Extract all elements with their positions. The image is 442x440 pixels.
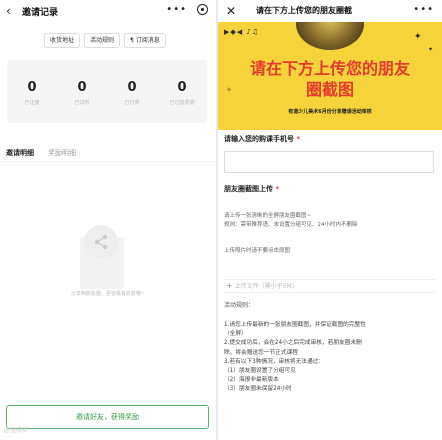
upload-screenshot-screen: ✕ 请在下方上传您的朋友圈截 ••• ▶◆◀ ♪♫ ✦ ✦ ✧ 请在下方上传您的… <box>218 0 442 440</box>
upload-placeholder: 上传文件（需小于5M） <box>234 283 298 290</box>
phone-label: 请输入您的购课手机号 * <box>224 134 436 144</box>
rule-line: 1.请您上传最新的一张朋友圈截图，并保证截图的完整性 <box>224 322 366 328</box>
stat-label: 已过退费期 <box>169 99 195 106</box>
page-title: 邀请记录 <box>22 7 59 18</box>
empty-state-text: 分享到朋友圈，更容易有收获哦~ <box>70 291 146 297</box>
stat-value: 0 <box>177 79 187 95</box>
disco-ball-image <box>296 22 364 50</box>
stats-card: 0 已注册 0 已试听 0 已付费 0 已过退费期 <box>7 60 207 123</box>
desc-line-2: 规则：需带推荐语、未设置分组可见、24小时内不删除 <box>224 222 358 228</box>
left-nav-bar: ‹ 邀请记录 ••• <box>0 0 216 22</box>
watermark: @值得买 <box>4 427 29 434</box>
right-nav-bar: ✕ 请在下方上传您的朋友圈截 ••• <box>218 0 442 22</box>
shipping-address-button[interactable]: 收货地址 <box>44 33 81 48</box>
rule-line: （2）海报非最新版本 <box>224 377 279 384</box>
upload-section-label: 朋友圈截图上传 * <box>224 184 279 194</box>
subscribe-label: 订阅消息 <box>135 37 160 44</box>
stat-value: 0 <box>77 79 87 95</box>
stat-label: 已试听 <box>74 99 90 106</box>
stat-value: 0 <box>27 79 37 95</box>
activity-rules-button[interactable]: 活动规则 <box>84 33 121 48</box>
required-mark: * <box>296 135 301 143</box>
music-notes-icon: ▶◆◀ ♪♫ <box>224 28 260 36</box>
upload-file-button[interactable]: + 上传文件（需小于5M） <box>224 279 436 293</box>
rule-line: 除，将会赠送您一节正式课程 <box>224 349 298 356</box>
stat-past-refund: 0 已过退费期 <box>162 80 202 106</box>
phone-input[interactable] <box>224 151 434 173</box>
tab-reward-details[interactable]: 奖励明细 <box>48 148 76 162</box>
stat-label: 已注册 <box>24 99 40 106</box>
stat-value: 0 <box>127 79 137 95</box>
desc-line-1: 请上传一张清晰的全屏朋友圈截图~ <box>224 213 312 219</box>
stat-trial: 0 已试听 <box>62 80 102 106</box>
sparkle-icon: ✦ <box>414 32 422 42</box>
stat-paid: 0 已付费 <box>112 80 152 106</box>
upload-description: 请上传一张清晰的全屏朋友圈截图~ 规则：需带推荐语、未设置分组可见、24小时内不… <box>224 212 436 230</box>
bell-icon: ¶ <box>130 37 134 44</box>
rule-line: （1）朋友圈设置了分组可见 <box>224 368 296 375</box>
banner-headline-line-2: 圈截图 <box>305 80 354 99</box>
more-menu-icon[interactable]: ••• <box>166 4 187 15</box>
banner-headline: 请在下方上传您的朋友 圈截图 <box>218 58 442 100</box>
sparkle-icon: ✦ <box>428 46 434 53</box>
tab-invite-details[interactable]: 邀请明细 <box>6 148 34 162</box>
rules-title: 活动规则： <box>224 302 255 309</box>
tab-divider <box>0 161 216 162</box>
rule-line: 3.若有以下3种情况，审核将无法通过： <box>224 358 325 365</box>
mini-program-close-icon[interactable] <box>197 4 208 15</box>
page-title: 请在下方上传您的朋友圈截 <box>256 6 352 15</box>
stat-label: 已付费 <box>124 99 140 106</box>
rule-line: （3）朋友圈未保留24小时 <box>224 386 292 393</box>
phone-label-text: 请输入您的购课手机号 <box>224 135 294 143</box>
plus-icon: + <box>226 281 233 290</box>
back-arrow-icon[interactable]: ‹ <box>6 4 18 18</box>
subscribe-messages-button[interactable]: ¶ 订阅消息 <box>124 33 166 48</box>
invite-friends-button[interactable]: 邀请好友，获得奖励 <box>6 405 209 429</box>
banner-headline-line-1: 请在下方上传您的朋友 <box>249 59 410 78</box>
phone-form: 请输入您的购课手机号 * <box>224 134 436 173</box>
banner-subtitle: 有道少儿美术6月份分享赠课活动审核 <box>288 109 372 115</box>
action-row: 收货地址 活动规则 ¶ 订阅消息 <box>44 33 166 48</box>
upload-note: 上传照片时请不要点击原图 <box>224 248 291 254</box>
rule-line: 2.提交成功后，会在24小之后完成审核，若朋友圈未删 <box>224 340 362 347</box>
required-mark: * <box>275 185 280 193</box>
event-banner: ▶◆◀ ♪♫ ✦ ✦ ✧ 请在下方上传您的朋友 圈截图 有道少儿美术6月份分享赠… <box>218 22 442 130</box>
upload-section-label-text: 朋友圈截图上传 <box>224 185 273 193</box>
stat-registered: 0 已注册 <box>12 80 52 106</box>
more-menu-icon[interactable]: ••• <box>413 4 434 15</box>
rule-line: （全屏） <box>224 331 247 338</box>
rules-list: 1.请您上传最新的一张朋友圈截图，并保证截图的完整性 （全屏） 2.提交成功后，… <box>224 321 438 395</box>
invite-records-screen: ‹ 邀请记录 ••• 收货地址 活动规则 ¶ 订阅消息 0 已注册 0 已试听 … <box>0 0 216 440</box>
share-icon <box>84 225 118 259</box>
close-icon[interactable]: ✕ <box>226 4 236 18</box>
record-tabs: 邀请明细 奖励明细 <box>6 148 76 162</box>
